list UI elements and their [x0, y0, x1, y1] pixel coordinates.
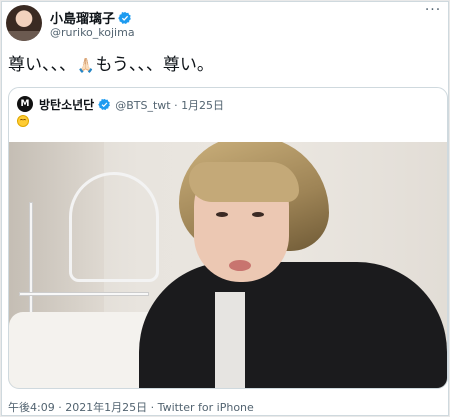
quoted-author-avatar[interactable]: M	[17, 96, 33, 112]
quoted-tweet[interactable]: M 방탄소년단 @BTS_twt · 1月25日	[8, 87, 448, 389]
tweet-text: 尊い、、、🙏🏻もう、、、尊い。	[8, 50, 214, 75]
bed-frame-scroll	[69, 172, 159, 282]
quoted-author-row: 방탄소년단 @BTS_twt · 1月25日	[39, 96, 224, 113]
author-avatar[interactable]	[6, 5, 42, 41]
black-coat	[139, 262, 447, 388]
smiling-face-emoji-icon	[17, 115, 29, 127]
hair-fringe	[189, 162, 299, 202]
quoted-tweet-photo[interactable]	[9, 142, 447, 388]
author-name-row: 小島瑠璃子	[50, 8, 132, 27]
bed-frame-rail	[19, 292, 149, 296]
tweet-text-part-1: 尊い、、、	[8, 55, 76, 75]
more-options-icon[interactable]: ···	[424, 3, 442, 20]
tweet-text-part-2: もう、、、尊い。	[95, 55, 214, 75]
tweet-card: 小島瑠璃子 @ruriko_kojima ··· 尊い、、、🙏🏻もう、、、尊い。…	[1, 1, 449, 416]
author-display-name[interactable]: 小島瑠璃子	[50, 8, 115, 27]
verified-badge-icon	[118, 11, 131, 24]
author-handle[interactable]: @ruriko_kojima	[50, 26, 135, 39]
white-shirt	[215, 292, 245, 388]
quoted-verified-badge-icon	[98, 98, 111, 111]
left-eye	[216, 212, 228, 217]
folded-hands-emoji-icon: 🙏🏻	[77, 58, 95, 74]
tweet-meta-footer[interactable]: 午後4:09 · 2021年1月25日 · Twitter for iPhone	[8, 399, 254, 415]
quoted-handle-and-date[interactable]: @BTS_twt · 1月25日	[115, 97, 224, 113]
right-eye	[252, 212, 264, 217]
lips	[229, 260, 251, 271]
quoted-author-name[interactable]: 방탄소년단	[39, 96, 94, 113]
